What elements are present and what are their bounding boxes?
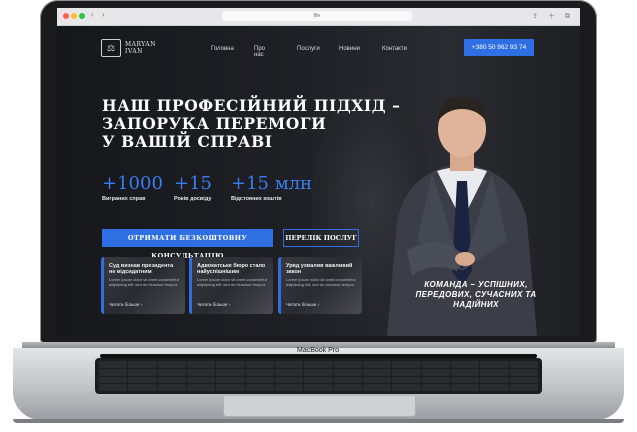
browser-toolbar: ‹ › file ⇪ ＋ ⧉ <box>57 8 580 26</box>
services-list-button[interactable]: ПЕРЕЛІК ПОСЛУГ <box>283 229 359 247</box>
scales-icon: ⚖ <box>101 39 121 57</box>
close-window-icon[interactable] <box>63 13 69 19</box>
read-more-link[interactable]: Читати більше › <box>197 302 230 307</box>
news-card-text: Lorem ipsum dolor sit amet consectetur a… <box>109 277 180 287</box>
logo-line-2: IVAN <box>125 48 143 55</box>
stat-value: +15 <box>174 173 212 194</box>
news-card[interactable]: Суд визнав президента не відсидатним Lor… <box>101 257 185 314</box>
read-more-link[interactable]: Читати більше › <box>286 302 319 307</box>
stat-cases: +1000 Виграних справ <box>102 173 163 202</box>
trackpad <box>223 396 416 417</box>
news-card[interactable]: Адвокатське бюро стало найуспішнішим Lor… <box>189 257 273 314</box>
laptop-screen: ‹ › file ⇪ ＋ ⧉ ⚖ MARYAN IVAN Головна Про… <box>57 8 580 336</box>
stat-label: Виграних справ <box>102 196 146 202</box>
stat-funds: +15 млн Відстояних коштів <box>231 173 312 202</box>
minimize-window-icon[interactable] <box>71 13 77 19</box>
news-card-text: Lorem ipsum dolor sit amet consectetur a… <box>286 277 357 287</box>
back-forward-icon[interactable]: ‹ › <box>91 10 108 19</box>
stat-label: Років досвіду <box>174 196 212 202</box>
stat-years: +15 Років досвіду <box>174 173 212 202</box>
news-card-title: Уряд ухвалив важливий закон <box>286 263 353 275</box>
menu-item-about[interactable]: Про нас <box>254 46 265 58</box>
keyboard-keys <box>99 361 538 391</box>
menu-item-news[interactable]: Новини <box>339 46 360 52</box>
news-card-text: Lorem ipsum dolor sit amet consectetur a… <box>197 277 268 287</box>
news-card-title: Адвокатське бюро стало найуспішнішим <box>197 263 266 275</box>
menu-item-contacts[interactable]: Контакти <box>382 46 407 52</box>
stat-label: Відстояних коштів <box>231 196 282 202</box>
stat-value: +1000 <box>102 173 163 194</box>
maximize-window-icon[interactable] <box>79 13 85 19</box>
site-logo[interactable]: ⚖ MARYAN IVAN <box>101 39 156 57</box>
headline-line-2: ЗАПОРУКА ПЕРЕМОГИ <box>102 114 327 133</box>
menu-item-home[interactable]: Головна <box>211 46 234 52</box>
logo-line-1: MARYAN <box>125 41 156 48</box>
hero-headline: НАШ ПРОФЕСІЙНИЙ ПІДХІД – ЗАПОРУКА ПЕРЕМО… <box>102 96 401 151</box>
stat-value: +15 млн <box>231 173 313 194</box>
address-bar[interactable]: file <box>222 11 412 21</box>
browser-actions-icon[interactable]: ⇪ ＋ ⧉ <box>532 11 574 21</box>
website: ⚖ MARYAN IVAN Головна Про нас Послуги Но… <box>57 26 580 336</box>
menu-item-services[interactable]: Послуги <box>297 46 320 52</box>
headline-line-1: НАШ ПРОФЕСІЙНИЙ ПІДХІД – <box>102 96 401 115</box>
news-card[interactable]: Уряд ухвалив важливий закон Lorem ipsum … <box>278 257 362 314</box>
free-consultation-button[interactable]: ОТРИМАТИ БЕЗКОШТОВНУ КОНСУЛЬТАЦІЮ <box>102 229 273 260</box>
headline-line-3: У ВАШІЙ СПРАВІ <box>102 132 273 151</box>
team-tagline: КОМАНДА – УСПІШНИХ, ПЕРЕДОВИХ, СУЧАСНИХ … <box>415 280 537 309</box>
news-card-title: Суд визнав президента не відсидатним <box>109 263 174 275</box>
laptop-foot <box>13 419 624 423</box>
phone-button[interactable]: +380 50 962 93 74 <box>464 39 534 56</box>
read-more-link[interactable]: Читати більше › <box>109 302 142 307</box>
device-label: MacBook Pro <box>296 347 340 354</box>
